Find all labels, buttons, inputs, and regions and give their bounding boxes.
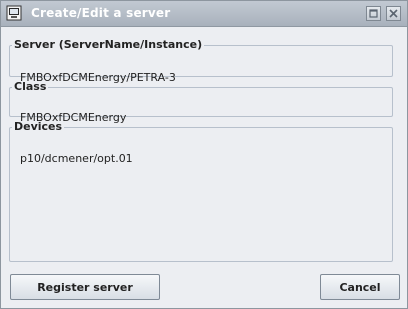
title-bar[interactable]: Create/Edit a server (1, 1, 407, 27)
maximize-button[interactable] (366, 6, 381, 21)
devices-textarea[interactable]: p10/dcmener/opt.01 (20, 152, 133, 165)
app-icon[interactable] (6, 5, 22, 21)
create-edit-server-dialog: Create/Edit a server Server (ServerName/… (0, 0, 408, 309)
class-group: Class FMBOxfDCMEnergy (9, 80, 393, 124)
register-server-button[interactable]: Register server (10, 274, 160, 300)
devices-label: Devices (14, 120, 63, 133)
window-title: Create/Edit a server (31, 6, 171, 20)
server-group: Server (ServerName/Instance) FMBOxfDCMEn… (9, 38, 393, 84)
class-label: Class (14, 80, 47, 93)
server-label: Server (ServerName/Instance) (14, 38, 203, 51)
cancel-button[interactable]: Cancel (320, 274, 400, 300)
close-button[interactable] (386, 6, 401, 21)
maximize-icon (369, 9, 378, 18)
devices-group: Devices p10/dcmener/opt.01 (9, 121, 393, 262)
close-icon (389, 9, 398, 18)
